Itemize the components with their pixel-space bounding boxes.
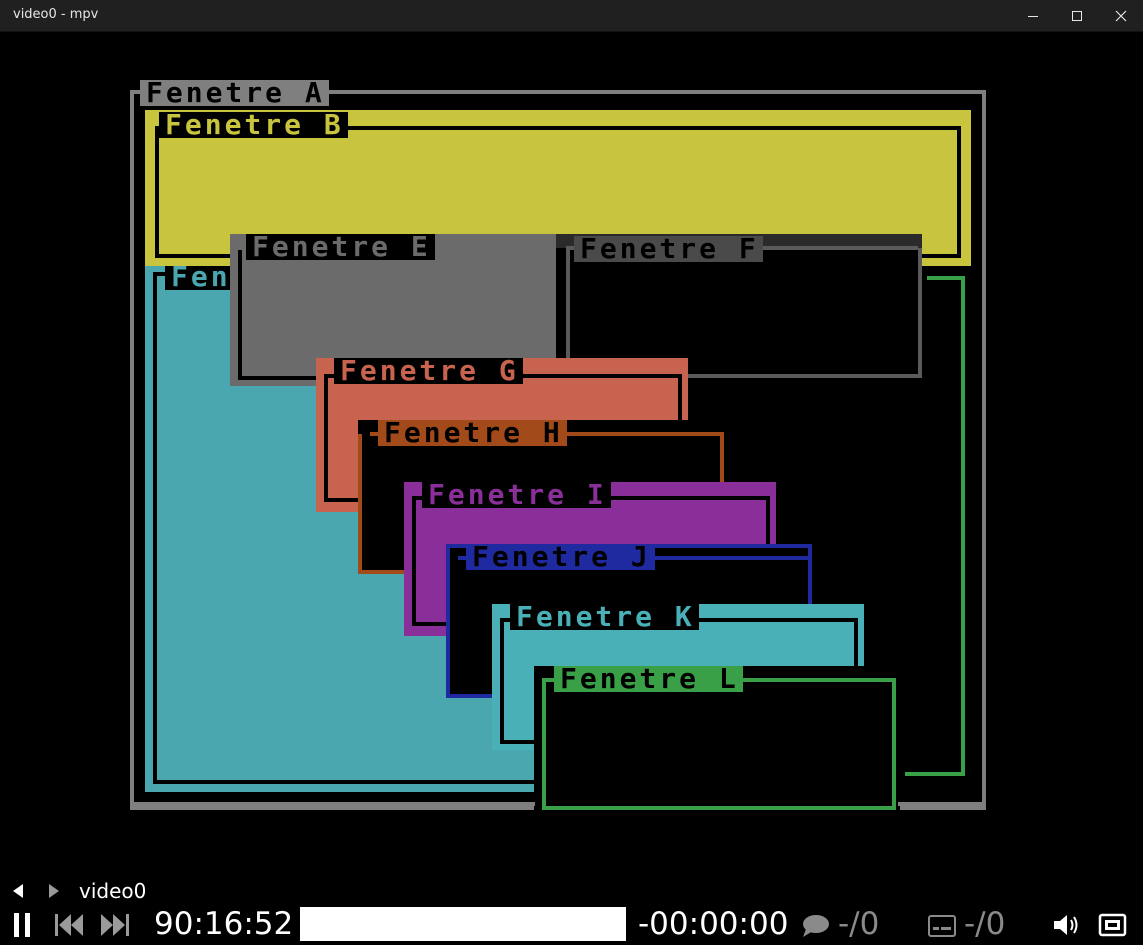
remaining-time[interactable]: -00:00:00	[638, 906, 788, 942]
close-icon	[1115, 10, 1127, 21]
speaker-icon	[1054, 915, 1078, 935]
elapsed-time[interactable]: 90:16:52	[154, 906, 293, 942]
fullscreen-icon	[1098, 913, 1127, 937]
seek-bar[interactable]	[300, 907, 626, 941]
skip-back-icon	[55, 914, 83, 936]
minimize-button[interactable]	[1011, 0, 1055, 31]
window-c-title: Fen	[165, 263, 235, 291]
text-window-l: Fenetre L	[534, 665, 900, 810]
video-area[interactable]: Fenetre A Fen Fenetre B Fenetre E Fenetr…	[0, 32, 1143, 877]
window-k-title: Fenetre K	[510, 603, 699, 631]
window-a-title: Fenetre A	[140, 79, 329, 107]
keyboard-icon	[928, 915, 956, 937]
subtitle-track-label: -/0	[838, 906, 880, 942]
fullscreen-button[interactable]	[1098, 912, 1128, 938]
play-pause-button[interactable]	[10, 910, 34, 940]
triangle-left-icon	[13, 884, 23, 898]
window-title: video0 - mpv	[13, 7, 99, 22]
playlist-prev-button[interactable]	[10, 882, 26, 900]
close-button[interactable]	[1099, 0, 1143, 31]
maximize-button[interactable]	[1055, 0, 1099, 31]
minimize-icon	[1028, 15, 1038, 17]
window-h-title: Fenetre H	[378, 419, 567, 447]
title-bar: video0 - mpv	[0, 0, 1143, 32]
skip-back-button[interactable]	[52, 910, 86, 940]
window-g-title: Fenetre G	[334, 357, 523, 385]
maximize-icon	[1072, 10, 1082, 21]
window-j-title: Fenetre J	[466, 543, 655, 571]
skip-forward-icon	[101, 914, 129, 936]
window-l-title: Fenetre L	[554, 665, 743, 693]
playlist-title: video0	[79, 879, 147, 903]
skip-forward-button[interactable]	[98, 910, 132, 940]
audio-track-label: -/0	[964, 906, 1006, 942]
speech-bubble-icon	[803, 915, 829, 937]
text-window-f: Fenetre F	[556, 234, 922, 378]
volume-button[interactable]	[1052, 911, 1082, 939]
audio-track-button[interactable]: -/0	[926, 906, 1016, 942]
window-f-title: Fenetre F	[574, 235, 763, 263]
window-b-title: Fenetre B	[159, 111, 348, 139]
seek-bar-fill	[302, 909, 624, 939]
window-i-title: Fenetre I	[422, 481, 611, 509]
playlist-next-button[interactable]	[46, 882, 62, 900]
subtitle-track-button[interactable]: -/0	[800, 906, 890, 942]
window-e-title: Fenetre E	[246, 233, 435, 261]
pause-icon	[14, 913, 30, 937]
triangle-right-icon	[49, 884, 59, 898]
